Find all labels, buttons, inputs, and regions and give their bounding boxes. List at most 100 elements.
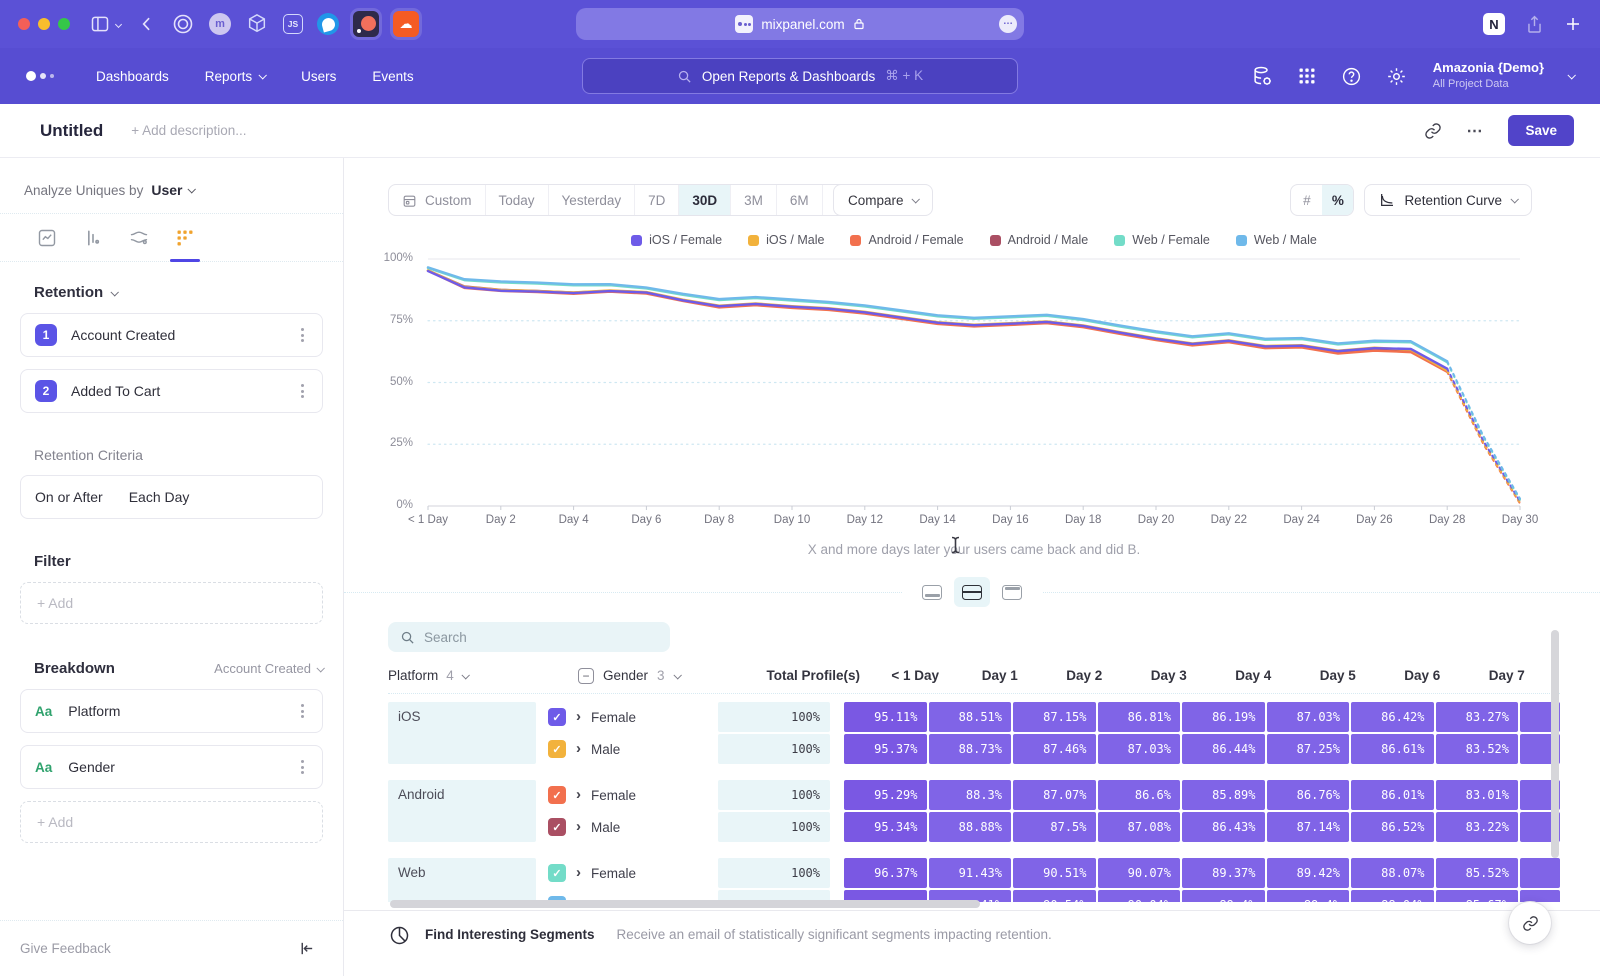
retention-value-cell[interactable]: 85.52%: [1436, 858, 1519, 888]
retention-value-cell[interactable]: 88.73%: [929, 734, 1012, 764]
copy-link-icon[interactable]: [1424, 122, 1442, 140]
retention-value-cell[interactable]: 86.52%: [1351, 812, 1434, 842]
project-switcher[interactable]: Amazonia {Demo} All Project Data: [1433, 60, 1544, 91]
chart-type-dropdown[interactable]: Retention Curve: [1364, 184, 1532, 216]
retention-value-cell[interactable]: 86.61%: [1351, 734, 1434, 764]
legend-item-android-male[interactable]: Android / Male: [990, 233, 1089, 247]
retention-value-cell[interactable]: 95.29%: [844, 780, 927, 810]
series-checkbox[interactable]: ✓: [548, 786, 566, 804]
retention-value-cell[interactable]: 86.01%: [1351, 780, 1434, 810]
retention-value-cell[interactable]: 86.42%: [1351, 702, 1434, 732]
select-all-checkbox[interactable]: −: [578, 668, 594, 684]
range-custom[interactable]: Custom: [389, 185, 486, 215]
series-checkbox[interactable]: ✓: [548, 818, 566, 836]
save-button[interactable]: Save: [1508, 115, 1574, 146]
back-button[interactable]: [137, 14, 157, 34]
retention-value-cell[interactable]: 96.37%: [844, 858, 927, 888]
expand-row-icon[interactable]: ›: [576, 741, 581, 756]
expand-row-icon[interactable]: ›: [576, 819, 581, 834]
retention-value-cell[interactable]: 86.76%: [1267, 780, 1350, 810]
retention-value-cell[interactable]: 88.04%: [1351, 890, 1434, 902]
criteria-interval[interactable]: Each Day: [129, 489, 190, 505]
nav-dashboards[interactable]: Dashboards: [96, 69, 169, 84]
platform-column-header[interactable]: Platform 4: [388, 668, 566, 683]
retention-value-cell[interactable]: 85.67%: [1436, 890, 1519, 902]
retention-value-cell[interactable]: 87.14%: [1267, 812, 1350, 842]
retention-value-cell[interactable]: 88.88%: [929, 812, 1012, 842]
retention-value-cell[interactable]: 86.19%: [1182, 702, 1265, 732]
gender-column-header[interactable]: − Gender 3: [578, 668, 748, 684]
breakdown-event-dropdown[interactable]: Account Created: [214, 661, 323, 676]
report-title[interactable]: Untitled: [40, 121, 103, 141]
retention-value-cell[interactable]: 89.4%: [1182, 890, 1265, 902]
js-extension-icon[interactable]: JS: [283, 14, 303, 34]
table-search-input[interactable]: [424, 630, 644, 645]
close-window-button[interactable]: [18, 18, 30, 30]
legend-item-android-female[interactable]: Android / Female: [850, 233, 963, 247]
retention-value-cell[interactable]: 88.51%: [929, 702, 1012, 732]
tab-retention[interactable]: [174, 227, 196, 249]
add-description-field[interactable]: + Add description...: [131, 123, 246, 138]
retention-value-cell[interactable]: 83.52%: [1436, 734, 1519, 764]
platform-cell[interactable]: iOS: [388, 702, 536, 764]
url-options-button[interactable]: …: [999, 15, 1017, 33]
series-line-web-male[interactable]: [1447, 361, 1520, 498]
retention-value-cell[interactable]: 87.08%: [1098, 812, 1181, 842]
global-search[interactable]: Open Reports & Dashboards ⌘ + K: [582, 58, 1018, 94]
retention-value-cell[interactable]: 86.6%: [1098, 780, 1181, 810]
segments-title[interactable]: Find Interesting Segments: [425, 927, 595, 942]
red-circle-extension-icon[interactable]: [353, 11, 379, 37]
expand-row-icon[interactable]: ›: [576, 787, 581, 802]
help-icon[interactable]: [1341, 66, 1362, 87]
range-30d[interactable]: 30D: [679, 185, 731, 215]
criteria-mode[interactable]: On or After: [35, 489, 103, 505]
legend-item-ios-male[interactable]: iOS / Male: [748, 233, 824, 247]
retention-value-cell[interactable]: 90.51%: [1013, 858, 1096, 888]
retention-value-cell[interactable]: 95.11%: [844, 702, 927, 732]
platform-cell[interactable]: Web: [388, 858, 536, 902]
retention-value-cell[interactable]: 86.44%: [1182, 734, 1265, 764]
retention-value-cell[interactable]: 89.42%: [1267, 858, 1350, 888]
sidebar-toggle-icon[interactable]: [90, 14, 110, 34]
layout-table-top-button[interactable]: [994, 577, 1030, 607]
retention-criteria-card[interactable]: On or After Each Day: [20, 475, 323, 519]
retention-section-title[interactable]: Retention: [34, 284, 323, 301]
data-management-icon[interactable]: [1251, 65, 1273, 87]
compare-button[interactable]: Compare: [833, 184, 933, 216]
analyze-entity-dropdown[interactable]: User: [151, 182, 194, 198]
share-link-fab[interactable]: [1509, 902, 1551, 944]
retention-value-cell[interactable]: 86.43%: [1182, 812, 1265, 842]
series-checkbox[interactable]: ✓: [548, 740, 566, 758]
retention-chart[interactable]: [428, 259, 1520, 506]
layout-chart-only-button[interactable]: [914, 577, 950, 607]
platform-cell[interactable]: Android: [388, 780, 536, 842]
breakdown-options-button[interactable]: [297, 700, 308, 722]
range-today[interactable]: Today: [486, 185, 549, 215]
retention-step-1[interactable]: 1Account Created: [20, 313, 323, 357]
bird-extension-icon[interactable]: [317, 13, 339, 35]
range-6m[interactable]: 6M: [777, 185, 823, 215]
collapse-sidebar-icon[interactable]: [298, 940, 315, 957]
nav-events[interactable]: Events: [372, 69, 413, 84]
minimize-window-button[interactable]: [38, 18, 50, 30]
cube-extension-icon[interactable]: [245, 12, 269, 36]
cloud-extension-icon[interactable]: ☁: [393, 11, 419, 37]
range-yesterday[interactable]: Yesterday: [549, 185, 636, 215]
retention-value-cell-clipped[interactable]: [1520, 890, 1560, 902]
retention-value-cell[interactable]: 89.37%: [1182, 858, 1265, 888]
tab-insights[interactable]: [36, 227, 58, 249]
avatar-m-extension-icon[interactable]: m: [209, 13, 231, 35]
retention-value-cell[interactable]: 90.54%: [1013, 890, 1096, 902]
nav-users[interactable]: Users: [301, 69, 336, 84]
address-bar[interactable]: mixpanel.com …: [576, 8, 1024, 40]
retention-value-cell[interactable]: 87.5%: [1013, 812, 1096, 842]
give-feedback-link[interactable]: Give Feedback: [20, 941, 111, 956]
legend-item-web-female[interactable]: Web / Female: [1114, 233, 1210, 247]
notion-extension-icon[interactable]: N: [1483, 13, 1505, 35]
settings-gear-icon[interactable]: [1386, 66, 1407, 87]
retention-value-cell[interactable]: 87.25%: [1267, 734, 1350, 764]
new-tab-button[interactable]: [1564, 15, 1582, 33]
expand-row-icon[interactable]: ›: [576, 865, 581, 880]
retention-value-cell[interactable]: 87.15%: [1013, 702, 1096, 732]
retention-value-cell[interactable]: 90.04%: [1098, 890, 1181, 902]
